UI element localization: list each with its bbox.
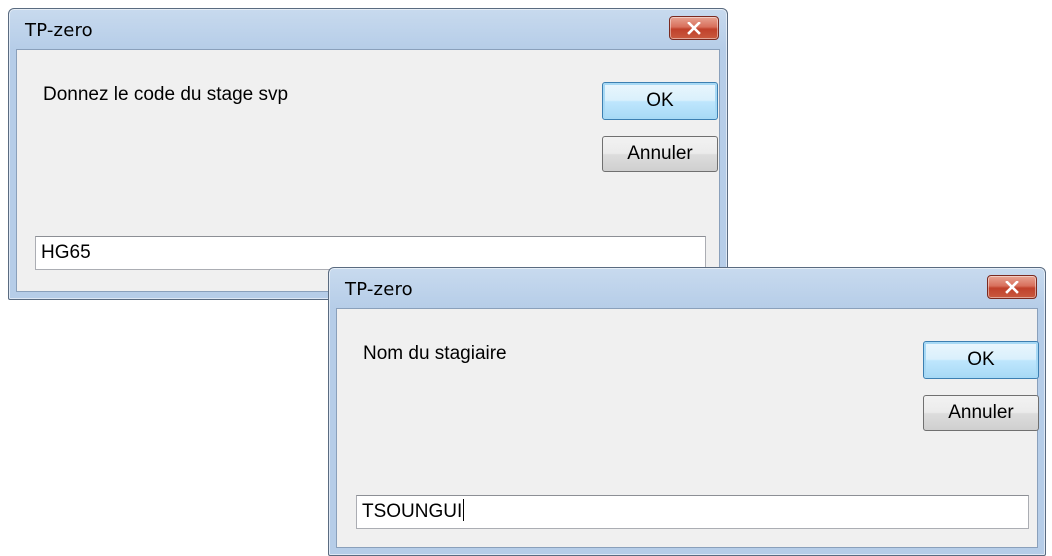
close-icon: [1005, 281, 1019, 294]
prompt-label: Nom du stagiaire: [363, 343, 507, 364]
ok-button[interactable]: OK: [923, 341, 1039, 379]
window-title: TP-zero: [25, 20, 93, 41]
stage-code-input[interactable]: HG65: [35, 236, 706, 270]
text-caret: [463, 499, 465, 521]
cancel-button[interactable]: Annuler: [602, 136, 718, 172]
trainee-name-input[interactable]: TSOUNGUI: [356, 495, 1029, 529]
titlebar[interactable]: TP-zero: [9, 9, 727, 49]
close-icon: [687, 22, 701, 35]
input-dialog-stage-code: TP-zero Donnez le code du stage svp OK A…: [8, 8, 728, 300]
close-button[interactable]: [987, 275, 1037, 299]
window-title: TP-zero: [345, 279, 413, 300]
dialog-body: Nom du stagiaire OK Annuler TSOUNGUI: [336, 308, 1039, 548]
dialog-body: Donnez le code du stage svp OK Annuler H…: [16, 49, 720, 292]
input-value: HG65: [41, 242, 91, 263]
ok-button[interactable]: OK: [602, 82, 718, 120]
cancel-button[interactable]: Annuler: [923, 395, 1039, 431]
prompt-label: Donnez le code du stage svp: [43, 84, 289, 105]
input-dialog-trainee-name: TP-zero Nom du stagiaire OK Annuler TSOU…: [328, 267, 1046, 556]
close-button[interactable]: [669, 16, 719, 40]
titlebar[interactable]: TP-zero: [329, 268, 1045, 308]
input-value: TSOUNGUI: [362, 501, 463, 522]
